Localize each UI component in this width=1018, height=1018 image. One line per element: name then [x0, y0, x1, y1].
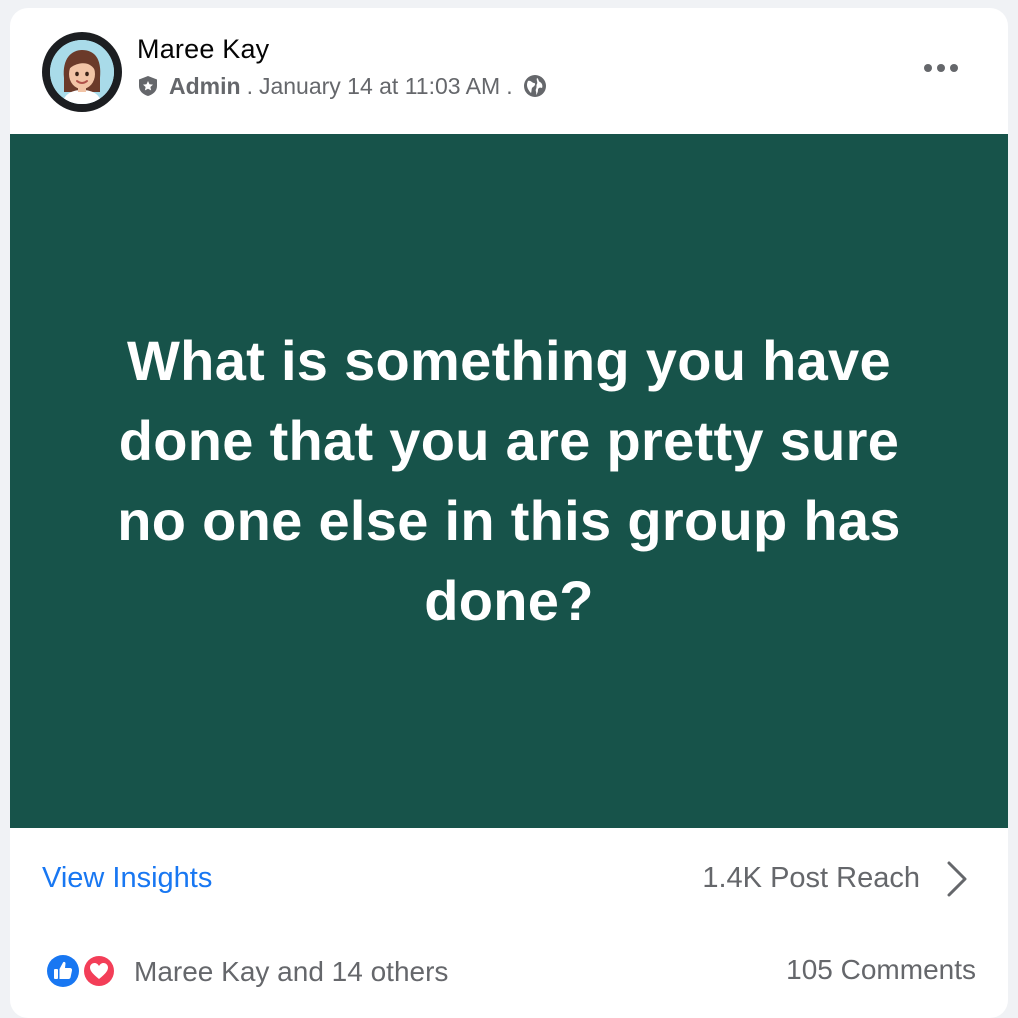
post-text: What is something you have done that you… — [117, 329, 901, 632]
memoji-avatar-icon — [50, 40, 114, 104]
view-insights-link[interactable]: View Insights — [42, 862, 212, 895]
more-horizontal-icon — [924, 64, 958, 72]
post-reach[interactable]: 1.4K Post Reach — [702, 862, 920, 895]
admin-shield-icon — [137, 75, 159, 97]
post-header: Maree Kay Admin . January 14 at 11:03 AM… — [10, 8, 1008, 134]
post-card: Maree Kay Admin . January 14 at 11:03 AM… — [10, 8, 1008, 1018]
post-meta: Admin . January 14 at 11:03 AM . — [137, 71, 547, 101]
more-options-button[interactable] — [914, 50, 968, 86]
reactions-summary[interactable]: Maree Kay and 14 others — [134, 956, 448, 988]
reactions-row: Maree Kay and 14 others 105 Comments — [10, 932, 1008, 1012]
author-role: Admin — [169, 72, 241, 99]
insights-row: View Insights 1.4K Post Reach — [10, 828, 1008, 932]
like-icon — [45, 953, 81, 989]
comments-count[interactable]: 105 Comments — [786, 954, 976, 986]
reaction-icons[interactable] — [44, 952, 122, 990]
avatar-image — [50, 40, 114, 104]
post-background: What is something you have done that you… — [10, 134, 1008, 828]
meta-separator: . — [506, 72, 513, 99]
author-avatar[interactable] — [42, 32, 122, 112]
post-timestamp[interactable]: January 14 at 11:03 AM — [259, 73, 500, 100]
chevron-right-icon[interactable] — [940, 858, 974, 900]
globe-icon — [523, 74, 547, 98]
author-name[interactable]: Maree Kay — [137, 34, 269, 65]
love-icon — [82, 954, 116, 988]
meta-separator: . — [246, 72, 253, 99]
